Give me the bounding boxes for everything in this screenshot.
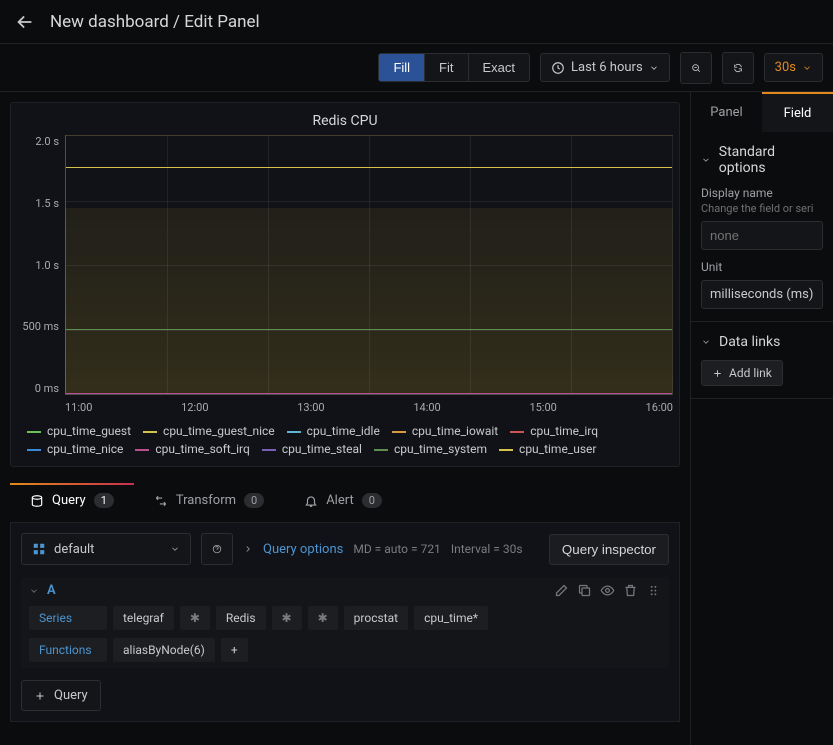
copy-icon[interactable]	[577, 583, 592, 598]
exact-button[interactable]: Exact	[469, 54, 530, 81]
refresh-rate-picker[interactable]: 30s	[764, 53, 823, 82]
add-link-button[interactable]: Add link	[701, 360, 783, 386]
database-icon	[30, 494, 44, 508]
right-sidebar: Panel Field Standard options Display nam…	[690, 92, 833, 745]
zoom-out-icon	[691, 61, 701, 75]
edit-icon[interactable]	[554, 583, 569, 598]
y-axis: 2.0 s 1.5 s 1.0 s 500 ms 0 ms	[17, 135, 65, 395]
legend-item[interactable]: cpu_time_guest	[27, 424, 131, 438]
chip-wildcard[interactable]: ✱	[180, 606, 210, 630]
query-id: A	[47, 583, 56, 598]
datasource-picker[interactable]: default	[21, 533, 191, 565]
plot-area[interactable]	[65, 135, 673, 395]
chart-legend: cpu_time_guest cpu_time_guest_nice cpu_tim…	[27, 424, 673, 456]
functions-chips: Functions aliasByNode(6) +	[29, 638, 661, 662]
series-keyword: Series	[29, 606, 107, 630]
legend-item[interactable]: cpu_time_nice	[27, 442, 123, 456]
display-name-input[interactable]	[701, 221, 823, 250]
display-name-help: Change the field or seri	[701, 202, 823, 215]
legend-item[interactable]: cpu_time_idle	[287, 424, 380, 438]
section-standard-options: Standard options Display name Change the…	[691, 132, 833, 322]
chip-telegraf[interactable]: telegraf	[113, 606, 174, 630]
refresh-button[interactable]	[722, 52, 754, 84]
chart-title: Redis CPU	[17, 113, 673, 129]
query-editor: default Query options MD = auto = 721 In…	[10, 522, 680, 722]
fit-button[interactable]: Fit	[425, 54, 468, 81]
add-function-button[interactable]: +	[221, 638, 248, 662]
chevron-down-icon	[802, 63, 812, 73]
section-data-links: Data links Add link	[691, 322, 833, 399]
tab-alert[interactable]: Alert 0	[284, 483, 402, 518]
tab-field[interactable]: Field	[762, 92, 833, 132]
page-title: New dashboard / Edit Panel	[50, 12, 260, 32]
chip-redis[interactable]: Redis	[216, 606, 266, 630]
plus-icon	[34, 690, 46, 702]
tab-query[interactable]: Query 1	[10, 483, 134, 518]
legend-item[interactable]: cpu_time_user	[499, 442, 596, 456]
legend-item[interactable]: cpu_time_soft_irq	[135, 442, 249, 456]
zoom-out-button[interactable]	[680, 52, 712, 84]
back-arrow-icon[interactable]	[14, 11, 36, 33]
query-row-a: A Series telegraf ✱ Redis ✱ ✱ procstat	[21, 577, 669, 668]
add-query-button[interactable]: Query	[21, 680, 101, 711]
chart-panel: Redis CPU 2.0 s 1.5 s 1.0 s 500 ms 0 ms	[10, 102, 680, 467]
chevron-down-icon[interactable]	[29, 586, 39, 596]
legend-item[interactable]: cpu_time_iowait	[392, 424, 498, 438]
tab-transform[interactable]: Transform 0	[134, 483, 284, 518]
chip-aliasbynode[interactable]: aliasByNode(6)	[113, 638, 215, 662]
standard-options-toggle[interactable]: Standard options	[701, 144, 823, 176]
x-axis: 11:0012:0013:0014:0015:0016:00	[65, 401, 673, 414]
bottom-tabs: Query 1 Transform 0 Alert 0	[10, 483, 680, 518]
chip-cpu-time[interactable]: cpu_time*	[414, 606, 488, 630]
plus-icon	[712, 368, 723, 379]
datasource-help-button[interactable]	[201, 533, 233, 565]
functions-keyword: Functions	[29, 638, 107, 662]
data-links-toggle[interactable]: Data links	[701, 334, 823, 350]
series-baseline	[66, 393, 672, 394]
query-meta-interval: Interval = 30s	[451, 542, 523, 556]
time-range-picker[interactable]: Last 6 hours	[540, 53, 670, 82]
clock-icon	[551, 61, 565, 75]
display-name-label: Display name	[701, 186, 823, 200]
unit-picker[interactable]: milliseconds (ms)	[701, 280, 823, 309]
query-options-toggle[interactable]: Query options	[263, 542, 343, 557]
chip-wildcard[interactable]: ✱	[272, 606, 302, 630]
datasource-icon	[32, 542, 46, 556]
series-cpu-time-user	[66, 167, 672, 168]
eye-icon[interactable]	[600, 583, 615, 598]
trash-icon[interactable]	[623, 583, 638, 598]
drag-handle-icon[interactable]	[646, 583, 661, 598]
legend-item[interactable]: cpu_time_system	[374, 442, 487, 456]
bell-icon	[304, 494, 318, 508]
fill-button[interactable]: Fill	[379, 54, 425, 81]
chip-procstat[interactable]: procstat	[344, 606, 408, 630]
chevron-right-icon[interactable]	[243, 544, 253, 554]
refresh-icon	[733, 61, 743, 75]
chevron-down-icon	[701, 155, 711, 165]
series-cpu-time-system	[66, 329, 672, 330]
display-mode-segment: Fill Fit Exact	[378, 53, 530, 82]
chevron-down-icon	[649, 63, 659, 73]
unit-label: Unit	[701, 260, 823, 274]
chevron-down-icon	[701, 337, 711, 347]
tab-panel[interactable]: Panel	[691, 92, 762, 132]
legend-item[interactable]: cpu_time_guest_nice	[143, 424, 275, 438]
query-meta-md: MD = auto = 721	[353, 542, 440, 556]
legend-item[interactable]: cpu_time_irq	[510, 424, 598, 438]
transform-icon	[154, 494, 168, 508]
series-chips: Series telegraf ✱ Redis ✱ ✱ procstat cpu…	[29, 606, 661, 630]
legend-item[interactable]: cpu_time_steal	[262, 442, 362, 456]
toolbar: Fill Fit Exact Last 6 hours 30s	[0, 44, 833, 92]
question-icon	[212, 542, 222, 556]
query-inspector-button[interactable]: Query inspector	[549, 534, 669, 565]
chip-wildcard[interactable]: ✱	[308, 606, 338, 630]
chevron-down-icon	[170, 544, 180, 554]
